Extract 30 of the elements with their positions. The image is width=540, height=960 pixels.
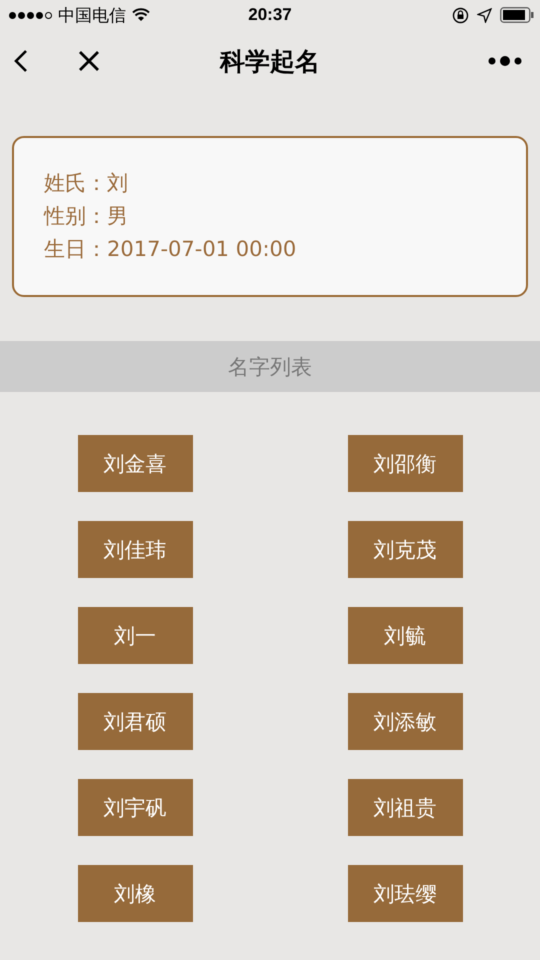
carrier-name: 中国电信 [58, 4, 126, 26]
rotation-lock-icon [452, 6, 469, 24]
field-value: 刘 [107, 171, 128, 195]
name-button[interactable]: 刘一 [78, 607, 192, 664]
name-button[interactable]: 刘君硕 [78, 693, 192, 750]
name-button[interactable]: 刘克茂 [348, 521, 462, 578]
name-button[interactable]: 刘珐缨 [348, 865, 462, 922]
back-button[interactable] [14, 49, 28, 73]
battery-icon [500, 7, 534, 23]
location-arrow-icon [477, 8, 492, 22]
field-label: 性别： [44, 204, 107, 228]
more-button[interactable] [488, 55, 522, 67]
name-button[interactable]: 刘橡 [78, 865, 192, 922]
close-button[interactable] [78, 50, 100, 72]
field-value: 男 [107, 204, 128, 228]
page-title: 科学起名 [218, 46, 321, 78]
name-button[interactable]: 刘添敏 [348, 693, 462, 750]
field-label: 生日： [44, 237, 107, 261]
name-button[interactable]: 刘邵衡 [348, 435, 462, 492]
name-button[interactable]: 刘佳玮 [78, 521, 192, 578]
field-value: 2017-07-01 00:00 [107, 237, 296, 261]
name-button[interactable]: 刘祖贵 [348, 779, 462, 836]
signal-icon [9, 12, 52, 18]
field-label: 姓氏： [44, 171, 107, 195]
wifi-icon [132, 8, 150, 22]
name-button[interactable]: 刘金喜 [78, 435, 192, 492]
name-button[interactable]: 刘宇矾 [78, 779, 192, 836]
section-title: 名字列表 [228, 354, 312, 380]
name-button[interactable]: 刘毓 [348, 607, 462, 664]
clock-time: 20:37 [247, 5, 293, 25]
